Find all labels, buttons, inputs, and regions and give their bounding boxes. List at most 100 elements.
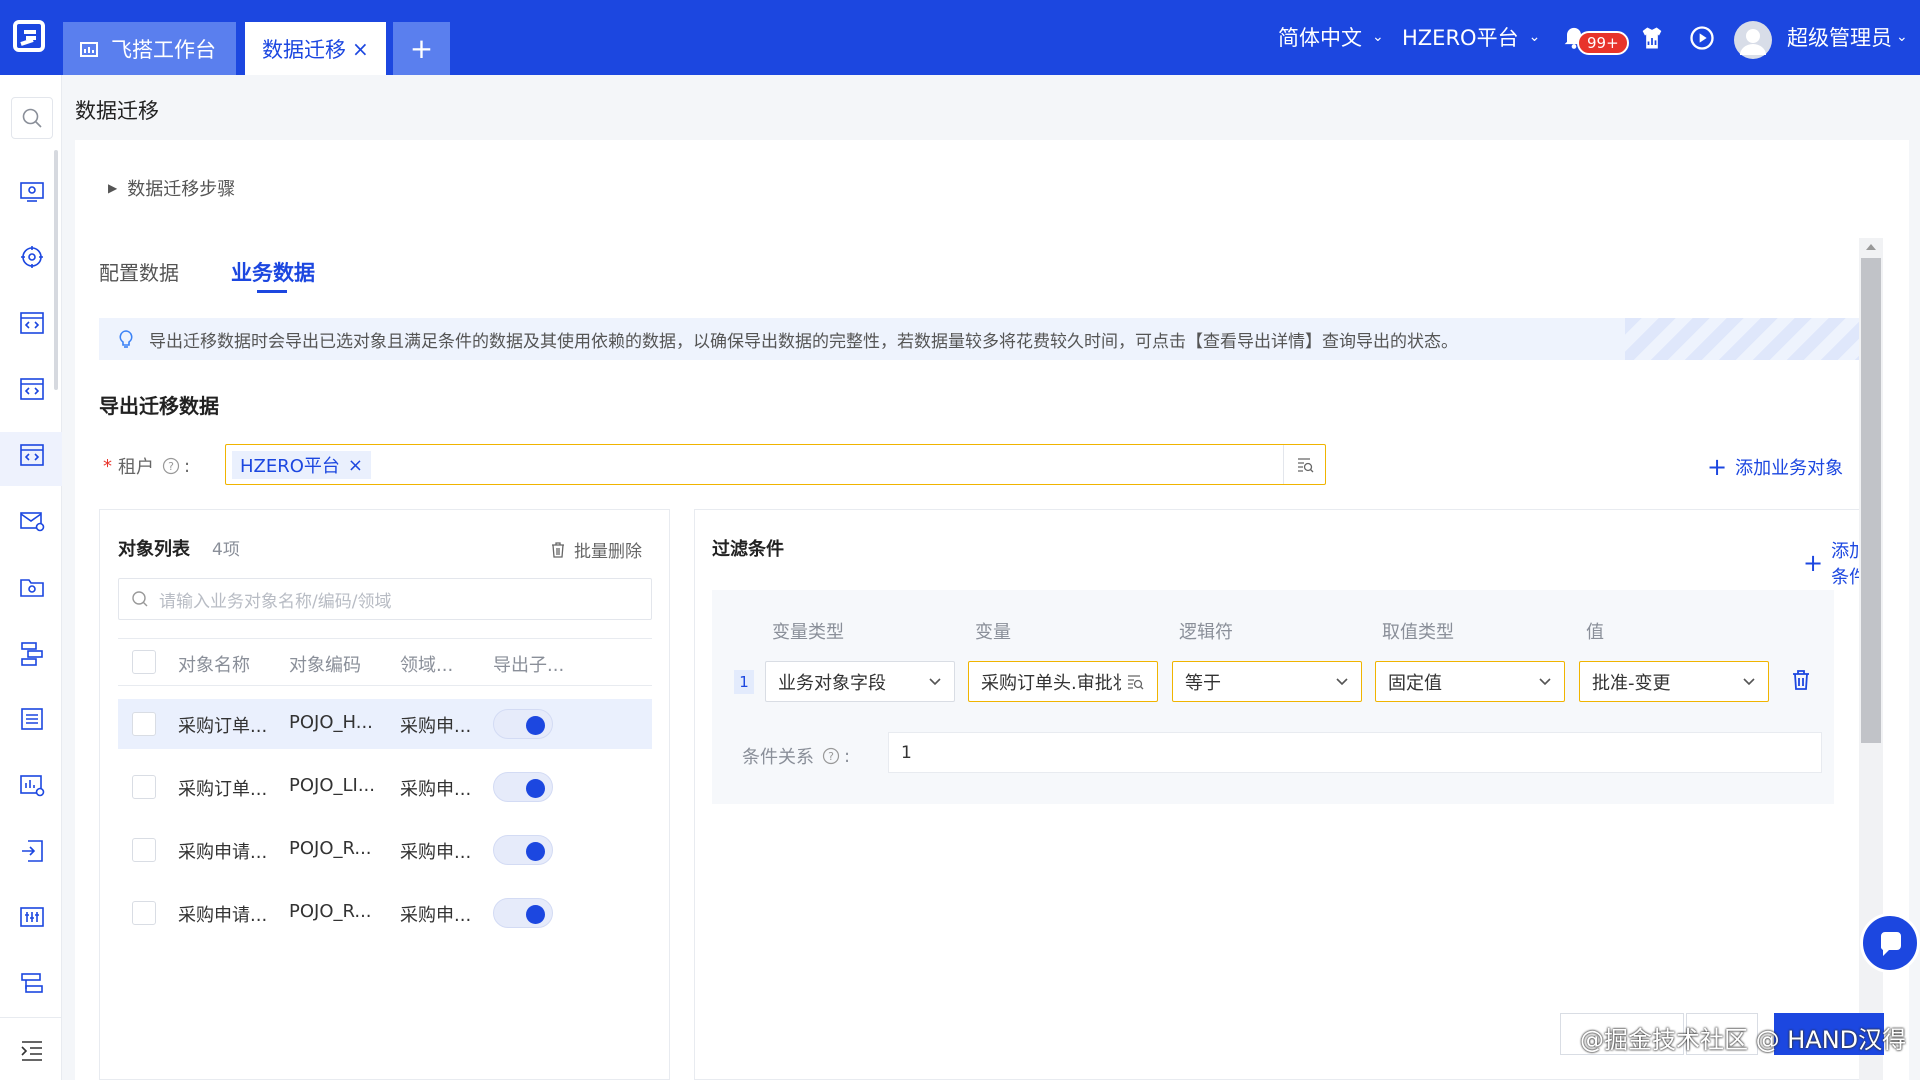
col-value-type: 取值类型 — [1382, 622, 1454, 643]
avatar[interactable] — [1734, 21, 1772, 59]
sidebar-scrollbar[interactable] — [54, 150, 58, 390]
plus-icon: + — [1803, 549, 1824, 577]
info-alert: 导出迁移数据时会导出已选对象且满足条件的数据及其使用依赖的数据，以确保导出数据的… — [99, 318, 1875, 360]
folder-settings-icon[interactable] — [18, 573, 46, 601]
app-logo[interactable] — [12, 18, 52, 58]
tenant-lov-input[interactable]: HZERO平台 × — [225, 444, 1326, 485]
steps-toggle[interactable]: ▶ 数据迁移步骤 — [108, 175, 235, 201]
row-checkbox[interactable] — [132, 838, 156, 862]
tenant-label: 租户 — [118, 457, 154, 478]
monitor-icon[interactable] — [18, 177, 46, 205]
active-tab-indicator — [257, 290, 287, 293]
row-index: 1 — [734, 670, 754, 694]
chevron-down-icon — [928, 677, 942, 687]
top-header-bar: 飞搭工作台 数据迁移 × + 简体中文 ⌄ HZERO平台 ⌄ 99+ 超级管理… — [0, 0, 1920, 75]
table-row[interactable]: 采购申请... POJO_R... 采购申... — [118, 825, 652, 875]
relation-colon: : — [844, 745, 851, 767]
language-selector[interactable]: 简体中文 ⌄ — [1278, 22, 1384, 52]
form-list-icon[interactable] — [18, 705, 46, 733]
table-header: 对象名称 对象编码 领域... 导出子... — [118, 639, 652, 685]
chevron-down-icon: ⌄ — [1372, 29, 1384, 45]
lov-search-icon[interactable] — [1125, 672, 1145, 692]
row-object-name: 采购申请... — [178, 905, 268, 926]
help-icon[interactable]: ? — [162, 457, 180, 475]
tab-config-data[interactable]: 配置数据 — [99, 257, 179, 286]
row-checkbox[interactable] — [132, 712, 156, 736]
col-variable-type: 变量类型 — [772, 622, 844, 643]
scroll-up-icon[interactable] — [1866, 244, 1876, 250]
object-count: 4项 — [212, 540, 240, 560]
add-tab-button[interactable]: + — [393, 22, 450, 75]
notification-badge: 99+ — [1577, 31, 1629, 55]
add-business-object-button[interactable]: + 添加业务对象 — [1707, 454, 1843, 480]
delete-condition-icon[interactable] — [1790, 668, 1812, 692]
relation-input[interactable]: 1 — [888, 732, 1822, 773]
lov-search-button[interactable] — [1283, 445, 1325, 484]
steps-toggle-label: 数据迁移步骤 — [127, 179, 236, 200]
code-window-icon[interactable] — [18, 309, 46, 337]
object-search-input[interactable]: 请输入业务对象名称/编码/领域 — [118, 578, 652, 620]
row-domain: 采购申... — [400, 716, 472, 737]
table-row[interactable]: 采购订单... POJO_LI... 采购申... — [118, 762, 652, 812]
user-name: 超级管理员 — [1787, 26, 1892, 50]
table-row[interactable]: 采购申请... POJO_R... 采购申... — [118, 888, 652, 938]
chevron-down-icon — [1742, 677, 1756, 687]
user-menu[interactable]: 超级管理员 ⌄ — [1787, 22, 1908, 52]
gear-network-icon[interactable] — [18, 243, 46, 271]
select-all-checkbox[interactable] — [132, 650, 156, 674]
tab-feida-workbench[interactable]: 飞搭工作台 — [63, 22, 236, 75]
table-row[interactable]: 采购订单... POJO_H... 采购申... — [118, 699, 652, 749]
theme-icon[interactable] — [1638, 24, 1666, 52]
batch-delete-button[interactable]: 批量删除 — [550, 537, 642, 562]
export-sub-toggle[interactable] — [493, 772, 553, 802]
platform-selector[interactable]: HZERO平台 ⌄ — [1402, 22, 1540, 52]
plus-icon: + — [1707, 453, 1728, 481]
variable-lov-input[interactable]: 采购订单头.审批状 — [968, 661, 1158, 702]
export-sub-toggle[interactable] — [493, 835, 553, 865]
chevron-down-icon — [1538, 677, 1552, 687]
menu-collapse-icon[interactable] — [18, 1036, 46, 1064]
sidebar-search-button[interactable] — [11, 97, 53, 139]
chevron-down-icon: ⌄ — [1896, 29, 1908, 45]
search-icon — [131, 590, 149, 608]
hierarchy-icon[interactable] — [18, 969, 46, 997]
watermark-text: @掘金技术社区 @ HAND汉得 — [1580, 1026, 1907, 1054]
close-icon[interactable]: × — [348, 455, 363, 476]
mail-settings-icon[interactable] — [18, 507, 46, 535]
assistant-float-button[interactable] — [1860, 913, 1920, 973]
tab-label: 飞搭工作台 — [111, 37, 216, 62]
help-icon[interactable]: ? — [822, 747, 840, 765]
row-checkbox[interactable] — [132, 775, 156, 799]
relation-label: 条件关系 — [742, 747, 814, 768]
filter-panel: 过滤条件 + 添加条件 变量类型 变量 逻辑符 取值类型 值 1 业务对象字段 … — [694, 509, 1875, 1080]
play-icon[interactable] — [1688, 24, 1716, 52]
tab-business-data[interactable]: 业务数据 — [231, 257, 315, 287]
value-type-select[interactable]: 固定值 — [1375, 661, 1565, 702]
value-select[interactable]: 批准-变更 — [1579, 661, 1769, 702]
batch-delete-label: 批量删除 — [574, 542, 642, 562]
close-icon[interactable]: × — [352, 37, 369, 61]
col-operator: 逻辑符 — [1179, 622, 1233, 643]
export-sub-toggle[interactable] — [493, 709, 553, 739]
code-window-icon[interactable] — [18, 441, 46, 469]
operator-select[interactable]: 等于 — [1172, 661, 1362, 702]
col-object-name: 对象名称 — [178, 655, 250, 676]
main-card: ▶ 数据迁移步骤 配置数据 业务数据 导出迁移数据时会导出已选对象且满足条件的数… — [75, 140, 1909, 1080]
scroll-thumb[interactable] — [1861, 258, 1881, 743]
code-window-icon[interactable] — [18, 375, 46, 403]
tab-data-migration[interactable]: 数据迁移 × — [245, 22, 386, 75]
chart-settings-icon[interactable] — [18, 771, 46, 799]
flow-icon[interactable] — [18, 639, 46, 667]
variable-type-select[interactable]: 业务对象字段 — [765, 661, 955, 702]
sliders-icon[interactable] — [18, 903, 46, 931]
import-icon[interactable] — [18, 837, 46, 865]
row-object-code: POJO_R... — [289, 838, 372, 859]
row-checkbox[interactable] — [132, 901, 156, 925]
row-domain: 采购申... — [400, 905, 472, 926]
export-sub-toggle[interactable] — [493, 898, 553, 928]
sidebar — [0, 75, 62, 1080]
language-label: 简体中文 — [1278, 26, 1362, 50]
sidebar-divider — [0, 1017, 62, 1018]
required-mark: * — [103, 455, 112, 477]
col-export-sub: 导出子... — [493, 655, 565, 676]
